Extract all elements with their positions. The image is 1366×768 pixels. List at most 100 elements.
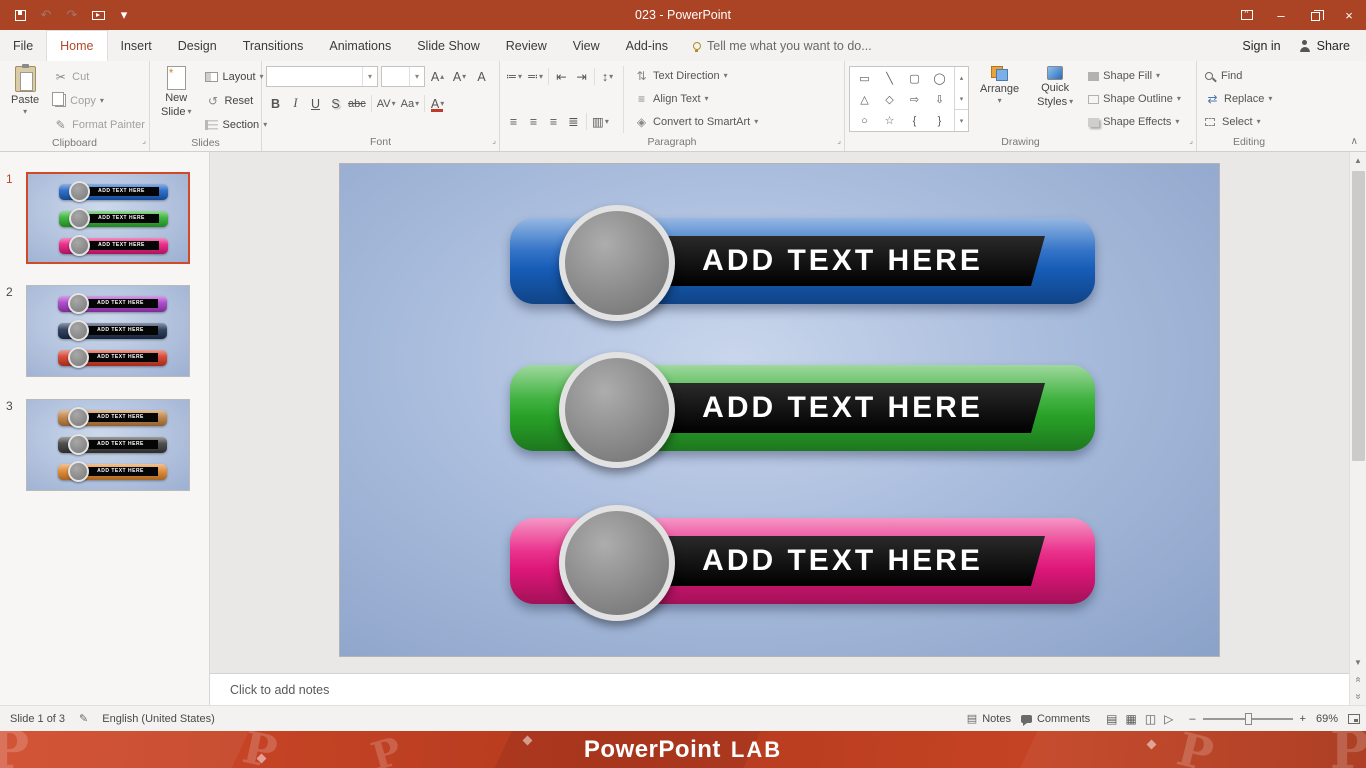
banner-pink[interactable]: ADD TEXT HERE xyxy=(340,505,1219,621)
banner-text-bar[interactable]: ADD TEXT HERE xyxy=(640,236,1045,286)
dialog-launcher-icon[interactable]: ⌟ xyxy=(837,133,841,148)
align-left-button[interactable]: ≡ xyxy=(504,111,523,132)
banner-circle[interactable] xyxy=(559,205,675,321)
minimize-button[interactable]: – xyxy=(1264,0,1298,30)
slide-thumbnail-3[interactable]: 3 ADD TEXT HERE ADD TEXT HERE ADD TEXT H… xyxy=(6,399,190,491)
save-button[interactable] xyxy=(8,3,32,27)
zoom-out-button[interactable]: – xyxy=(1189,713,1195,725)
scrollbar-thumb[interactable] xyxy=(1352,171,1365,461)
zoom-in-button[interactable]: + xyxy=(1300,713,1306,725)
undo-button[interactable]: ↶ xyxy=(34,3,58,27)
decrease-indent-button[interactable]: ⇤ xyxy=(552,66,571,87)
banner-circle[interactable] xyxy=(559,352,675,468)
tab-slide-show[interactable]: Slide Show xyxy=(404,30,493,61)
gallery-more-button[interactable]: ▾ xyxy=(955,109,968,131)
dialog-launcher-icon[interactable]: ⌟ xyxy=(1189,133,1193,148)
italic-button[interactable]: I xyxy=(286,93,305,114)
font-name-combo[interactable]: ▾ xyxy=(266,66,378,87)
tab-insert[interactable]: Insert xyxy=(108,30,165,61)
increase-font-size-button[interactable]: A ▴ xyxy=(428,66,447,87)
slide-1-preview[interactable]: ADD TEXT HERE ADD TEXT HERE ADD TEXT HER… xyxy=(26,172,190,264)
notes-pane[interactable]: Click to add notes xyxy=(210,673,1349,705)
slide-indicator[interactable]: Slide 1 of 3 xyxy=(10,713,65,725)
gallery-down-button[interactable]: ▾ xyxy=(955,88,968,109)
font-color-button[interactable]: A ▾ xyxy=(428,93,447,114)
restore-button[interactable] xyxy=(1298,0,1332,30)
quick-styles-button[interactable]: Quick Styles ▾ xyxy=(1030,64,1080,135)
increase-indent-button[interactable]: ⇥ xyxy=(572,66,591,87)
share-button[interactable]: Share xyxy=(1299,39,1350,53)
replace-button[interactable]: ⇄ Replace ▾ xyxy=(1201,88,1276,110)
shape-option[interactable]: ☆ xyxy=(877,110,902,131)
cut-button[interactable]: ✂ Cut xyxy=(50,65,148,88)
tab-animations[interactable]: Animations xyxy=(316,30,404,61)
strikethrough-button[interactable]: abc xyxy=(346,93,368,114)
comments-button[interactable]: Comments xyxy=(1020,713,1090,726)
reading-view-button[interactable]: ◫ xyxy=(1145,712,1156,726)
character-spacing-button[interactable]: AV ▾ xyxy=(375,93,398,114)
convert-to-smartart-button[interactable]: ◈ Convert to SmartArt ▾ xyxy=(630,111,762,133)
decrease-font-size-button[interactable]: A ▾ xyxy=(450,66,469,87)
banner-blue[interactable]: ADD TEXT HERE xyxy=(340,205,1219,321)
new-slide-button[interactable]: New Slide ▾ xyxy=(154,64,198,136)
text-direction-button[interactable]: ⇅ Text Direction ▾ xyxy=(630,65,762,87)
font-size-combo[interactable]: ▾ xyxy=(381,66,425,87)
clear-formatting-button[interactable]: A xyxy=(472,66,491,87)
tab-add-ins[interactable]: Add-ins xyxy=(613,30,681,61)
banner-text-bar[interactable]: ADD TEXT HERE xyxy=(640,383,1045,433)
shape-option[interactable]: ◯ xyxy=(927,68,952,89)
slide-sorter-view-button[interactable]: ▦ xyxy=(1125,712,1136,726)
shape-option[interactable]: } xyxy=(927,110,952,131)
shapes-gallery[interactable]: ▭ ╲ ▢ ◯ △ ◇ ⇨ ⇩ ○ ☆ { } ▴ ▾ ▾ xyxy=(849,66,969,132)
banner-green[interactable]: ADD TEXT HERE xyxy=(340,352,1219,468)
redo-button[interactable]: ↷ xyxy=(60,3,84,27)
justify-button[interactable]: ≣ xyxy=(564,111,583,132)
shape-fill-button[interactable]: Shape Fill ▾ xyxy=(1084,65,1185,87)
fit-slide-to-window-button[interactable] xyxy=(1348,713,1360,724)
sign-in-button[interactable]: Sign in xyxy=(1242,39,1280,53)
slide-3-preview[interactable]: ADD TEXT HERE ADD TEXT HERE ADD TEXT HER… xyxy=(26,399,190,491)
align-text-button[interactable]: ≡ Align Text ▾ xyxy=(630,88,762,110)
format-painter-button[interactable]: ✎ Format Painter xyxy=(50,113,148,136)
slide-canvas[interactable]: ADD TEXT HERE ADD TEXT HERE ADD TEXT HER… xyxy=(339,163,1220,657)
arrange-button[interactable]: Arrange ▾ xyxy=(973,64,1026,135)
shape-option[interactable]: ▢ xyxy=(902,68,927,89)
zoom-slider[interactable] xyxy=(1202,712,1293,725)
scrollbar-track[interactable] xyxy=(1350,169,1366,654)
paste-button[interactable]: Paste ▾ xyxy=(4,64,46,136)
gallery-up-button[interactable]: ▴ xyxy=(955,67,968,88)
tab-design[interactable]: Design xyxy=(165,30,230,61)
dialog-launcher-icon[interactable]: ⌟ xyxy=(142,133,146,148)
copy-button[interactable]: Copy ▾ xyxy=(50,89,148,112)
collapse-ribbon-button[interactable]: ∧ xyxy=(1351,136,1358,147)
shape-option[interactable]: ⇨ xyxy=(902,89,927,110)
select-button[interactable]: Select ▾ xyxy=(1201,111,1276,133)
change-case-button[interactable]: Aa ▾ xyxy=(399,93,421,114)
tab-view[interactable]: View xyxy=(560,30,613,61)
shape-option[interactable]: △ xyxy=(852,89,877,110)
shape-option[interactable]: ○ xyxy=(852,110,877,131)
numbering-button[interactable]: ≕ ▾ xyxy=(525,66,545,87)
slide-show-view-button[interactable]: ▷ xyxy=(1164,712,1173,726)
customize-qat-button[interactable]: ▾ xyxy=(112,3,136,27)
language-indicator[interactable]: English (United States) xyxy=(102,713,215,725)
shape-option[interactable]: ◇ xyxy=(877,89,902,110)
shape-outline-button[interactable]: Shape Outline ▾ xyxy=(1084,88,1185,110)
zoom-slider-thumb[interactable] xyxy=(1244,712,1252,725)
banner-text-bar[interactable]: ADD TEXT HERE xyxy=(640,536,1045,586)
shape-option[interactable]: ▭ xyxy=(852,68,877,89)
tell-me-box[interactable]: Tell me what you want to do... xyxy=(681,30,884,61)
bold-button[interactable]: B xyxy=(266,93,285,114)
dialog-launcher-icon[interactable]: ⌟ xyxy=(492,133,496,148)
notes-toggle-button[interactable]: ▤ Notes xyxy=(967,712,1011,726)
shape-option[interactable]: { xyxy=(902,110,927,131)
tab-review[interactable]: Review xyxy=(493,30,560,61)
slide-2-preview[interactable]: ADD TEXT HERE ADD TEXT HERE ADD TEXT HER… xyxy=(26,285,190,377)
underline-button[interactable]: U xyxy=(306,93,325,114)
tab-home[interactable]: Home xyxy=(46,30,108,61)
close-button[interactable]: × xyxy=(1332,0,1366,30)
normal-view-button[interactable]: ▤ xyxy=(1106,712,1117,726)
scroll-down-button[interactable]: ▼ xyxy=(1350,654,1366,671)
slide-thumbnail-2[interactable]: 2 ADD TEXT HERE ADD TEXT HERE ADD TEXT H… xyxy=(6,285,190,377)
align-right-button[interactable]: ≡ xyxy=(544,111,563,132)
